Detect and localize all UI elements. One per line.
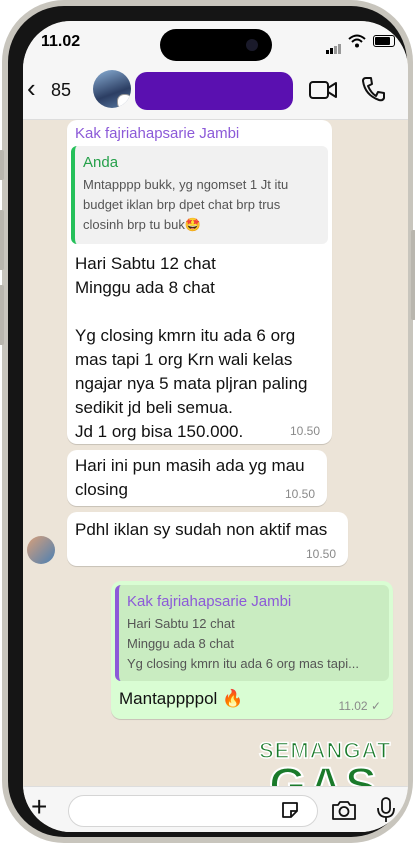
input-bar: + [23, 786, 408, 832]
dynamic-island [160, 29, 272, 61]
sticker-text-main: GAS [268, 758, 380, 786]
mic-icon[interactable] [377, 797, 395, 823]
quoted-author: Kak fajriahapsarie Jambi [127, 593, 292, 610]
back-unread-count[interactable]: 85 [51, 80, 71, 101]
quoted-message[interactable]: Anda Mntapppp bukk, yg ngomset 1 Jt itu … [71, 146, 328, 244]
sticker-icon[interactable] [280, 800, 300, 820]
screen: 11.02 ‹ 85 Kak fajriahapsarie Jambi Anda… [23, 21, 408, 832]
message-bubble-incoming[interactable]: Hari ini pun masih ada yg mau closing 10… [67, 450, 327, 506]
voice-call-icon[interactable] [361, 76, 385, 102]
camera-icon[interactable] [331, 799, 357, 821]
plus-icon[interactable]: + [31, 793, 47, 821]
status-ring-icon [117, 94, 131, 108]
sticker[interactable]: SEMANGAT GAS [258, 737, 394, 786]
message-text: Hari ini pun masih ada yg mau closing [75, 456, 305, 499]
message-text: Pdhl iklan sy sudah non aktif mas [75, 520, 328, 539]
quoted-message[interactable]: Kak fajriahapsarie Jambi Hari Sabtu 12 c… [115, 585, 389, 681]
message-bubble-incoming[interactable]: Pdhl iklan sy sudah non aktif mas 10.50 [67, 512, 348, 566]
phone-bezel: 11.02 ‹ 85 Kak fajriahapsarie Jambi Anda… [8, 6, 408, 837]
message-text: Mantappppol 🔥 [119, 689, 244, 708]
message-text: Hari Sabtu 12 chat Minggu ada 8 chat Yg … [75, 254, 308, 441]
sender-avatar[interactable] [27, 536, 55, 564]
quoted-author: Anda [83, 154, 119, 171]
message-bubble-outgoing[interactable]: Kak fajriahapsarie Jambi Hari Sabtu 12 c… [111, 581, 393, 719]
chat-header: ‹ 85 [23, 63, 408, 120]
phone-frame: 11.02 ‹ 85 Kak fajriahapsarie Jambi Anda… [0, 0, 415, 843]
contact-avatar[interactable] [93, 70, 131, 108]
message-time: 10.50 [289, 424, 320, 438]
volume-down-button [0, 285, 4, 345]
message-time: 10.50 [284, 487, 315, 501]
status-time: 11.02 [41, 33, 81, 50]
mute-switch [0, 150, 4, 180]
wifi-icon [348, 34, 366, 48]
back-icon[interactable]: ‹ [27, 75, 36, 101]
chat-area: Kak fajriahapsarie Jambi Anda Mntapppp b… [23, 120, 408, 786]
power-button [411, 230, 415, 320]
sender-name: Kak fajriahapsarie Jambi [75, 125, 240, 142]
video-call-icon[interactable] [309, 80, 337, 100]
quoted-text: Hari Sabtu 12 chat Minggu ada 8 chat Yg … [127, 616, 359, 671]
message-time: 10.50 [305, 547, 336, 561]
signal-icon [326, 36, 342, 54]
contact-name-redacted[interactable] [135, 72, 293, 110]
volume-up-button [0, 210, 4, 270]
status-bar: 11.02 [23, 21, 408, 63]
message-bubble-incoming[interactable]: Kak fajriahapsarie Jambi Anda Mntapppp b… [67, 120, 332, 444]
quoted-text: Mntapppp bukk, yg ngomset 1 Jt itu budge… [83, 177, 289, 232]
battery-icon [373, 35, 395, 47]
front-camera [246, 39, 258, 51]
message-time: 11.02 ✓ [338, 699, 381, 713]
